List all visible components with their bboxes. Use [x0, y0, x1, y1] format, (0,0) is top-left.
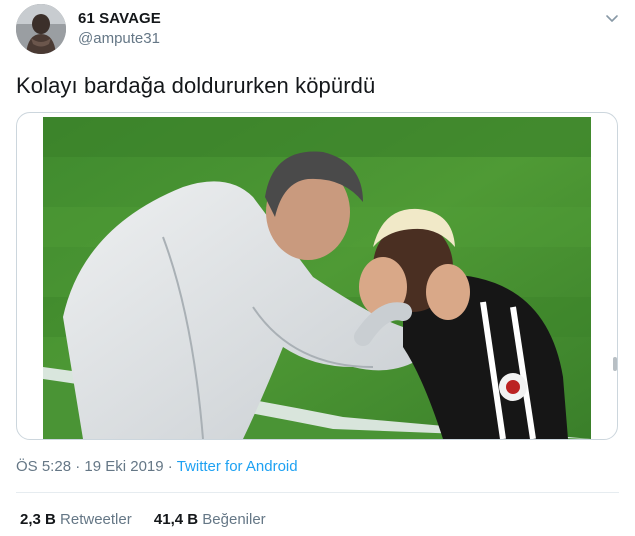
media-scrollbar[interactable] — [613, 357, 617, 371]
tweet-header: 61 SAVAGE @ampute31 — [16, 4, 620, 56]
tweet-text: Kolayı bardağa doldururken köpürdü — [16, 73, 376, 98]
likes-stat[interactable]: 41,4 B Beğeniler — [154, 511, 266, 528]
tweet-date[interactable]: 19 Eki 2019 — [84, 458, 163, 475]
tweet-stats: 2,3 B Retweetler 41,4 B Beğeniler — [20, 511, 284, 528]
user-handle[interactable]: @ampute31 — [78, 30, 160, 47]
chevron-down-icon[interactable] — [604, 10, 620, 26]
tweet-time[interactable]: ÖS 5:28 — [16, 458, 71, 475]
retweets-stat[interactable]: 2,3 B Retweetler — [20, 511, 132, 528]
tweet-photo[interactable] — [43, 117, 591, 439]
likes-label: Beğeniler — [202, 511, 266, 528]
avatar[interactable] — [16, 4, 66, 54]
divider — [16, 492, 619, 493]
tweet-source[interactable]: Twitter for Android — [177, 458, 298, 475]
tweet-meta: ÖS 5:28 · 19 Eki 2019 · Twitter for Andr… — [16, 458, 298, 475]
media-card[interactable] — [16, 112, 618, 440]
likes-count: 41,4 B — [153, 511, 199, 528]
meta-separator: · — [75, 458, 81, 475]
retweets-count: 2,3 B — [20, 511, 56, 528]
retweets-label: Retweetler — [60, 511, 132, 528]
display-name[interactable]: 61 SAVAGE — [78, 10, 161, 27]
meta-separator: · — [167, 458, 173, 475]
